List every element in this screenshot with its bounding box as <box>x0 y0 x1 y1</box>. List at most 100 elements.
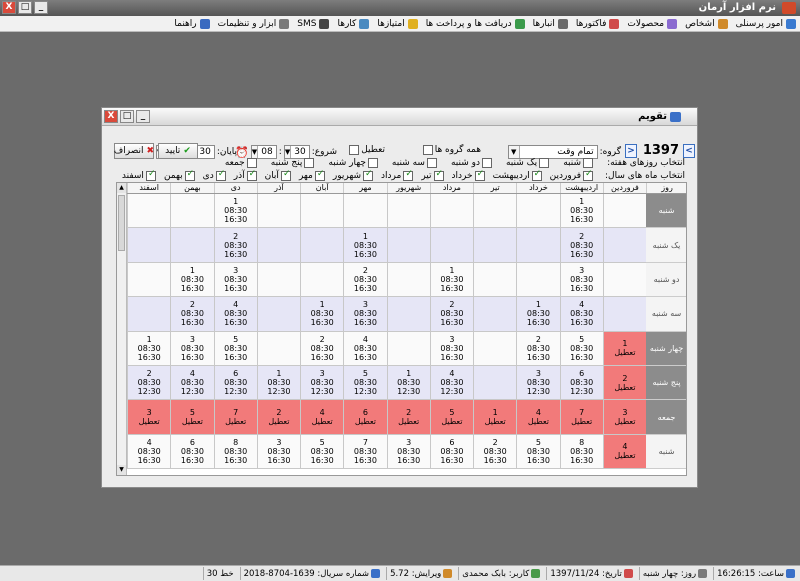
calendar-cell[interactable]: 1 08:30 16:30 <box>429 262 474 298</box>
menu-item-8[interactable]: SMS <box>297 18 330 29</box>
month-column-header[interactable]: تیر <box>473 183 516 193</box>
menu-item-7[interactable]: کارها <box>337 18 370 29</box>
calendar-cell[interactable]: 2 08:30 16:30 <box>170 297 214 332</box>
months-checkbox[interactable] <box>531 169 542 181</box>
calendar-cell[interactable]: 1 08:30 12:30 <box>256 365 301 401</box>
calendar-cell[interactable] <box>127 297 171 332</box>
months-checkbox[interactable] <box>280 169 291 181</box>
month-column-header[interactable]: خرداد <box>516 183 559 193</box>
weekdays-checkbox-2[interactable]: دو شنبه <box>451 158 492 168</box>
all-groups-checkbox[interactable] <box>422 145 433 155</box>
calendar-cell[interactable]: 3 08:30 16:30 <box>213 262 257 298</box>
calendar-cell[interactable]: 5 تعطیل <box>170 400 214 435</box>
calendar-cell[interactable]: 4 08:30 12:30 <box>170 365 214 401</box>
calendar-cell[interactable]: 6 تعطیل <box>343 400 387 435</box>
calendar-cell[interactable]: 4 08:30 16:30 <box>127 434 171 470</box>
scroll-thumb[interactable] <box>118 195 125 251</box>
holiday-checkbox[interactable] <box>349 145 360 155</box>
months-checkbox-6[interactable]: مهر <box>299 169 325 181</box>
start-hour-select[interactable]: 08 ▼ <box>250 145 277 159</box>
calendar-cell[interactable]: 3 08:30 16:30 <box>429 331 474 366</box>
group-select[interactable]: تمام وقت ▼ <box>507 145 598 159</box>
calendar-cell[interactable]: 3 08:30 16:30 <box>170 331 214 366</box>
calendar-cell[interactable] <box>386 262 430 298</box>
menu-item-10[interactable]: راهنما <box>174 18 210 29</box>
vertical-scrollbar[interactable]: ▲ ▼ <box>117 183 127 475</box>
calendar-cell[interactable]: 6 08:30 12:30 <box>213 365 257 401</box>
calendar-cell[interactable]: 2 08:30 16:30 <box>559 228 603 263</box>
menu-item-3[interactable]: فاکتورها <box>576 18 620 29</box>
months-checkbox[interactable] <box>145 169 156 181</box>
weekdays-checkbox[interactable] <box>583 158 593 168</box>
month-column-header[interactable]: شهریور <box>386 183 430 193</box>
calendar-cell[interactable] <box>127 262 171 298</box>
calendar-cell[interactable]: 2 08:30 12:30 <box>127 365 171 401</box>
start-min-select[interactable]: 30 ▼ <box>283 145 310 159</box>
all-groups-checkbox-wrap[interactable]: همه گروه ها <box>422 145 481 155</box>
calendar-cell[interactable]: 1 08:30 16:30 <box>127 331 171 366</box>
calendar-cell[interactable] <box>300 194 344 229</box>
next-year-button[interactable]: > <box>625 144 637 158</box>
calendar-cell[interactable]: 1 08:30 16:30 <box>343 228 387 263</box>
calendar-cell[interactable]: 3 08:30 12:30 <box>516 365 560 401</box>
month-column-header[interactable]: اردیبهشت <box>559 183 603 193</box>
calendar-cell[interactable]: 3 تعطیل <box>602 400 647 435</box>
scroll-down-icon[interactable]: ▼ <box>117 465 126 475</box>
calendar-cell[interactable]: 2 08:30 16:30 <box>516 331 560 366</box>
months-checkbox[interactable] <box>433 169 444 181</box>
weekdays-checkbox[interactable] <box>481 158 492 168</box>
calendar-cell[interactable] <box>429 194 474 229</box>
menu-item-1[interactable]: اشخاص <box>685 18 728 29</box>
calendar-cell[interactable] <box>386 331 430 366</box>
calendar-cell[interactable] <box>473 228 517 263</box>
calendar-cell[interactable] <box>516 262 560 298</box>
month-column-header[interactable]: بهمن <box>170 183 213 193</box>
weekdays-checkbox[interactable] <box>246 158 257 168</box>
month-column-header[interactable]: مهر <box>343 183 386 193</box>
calendar-cell[interactable]: 2 تعطیل <box>256 400 301 435</box>
calendar-cell[interactable] <box>516 194 560 229</box>
calendar-cell[interactable]: 1 تعطیل <box>602 331 647 366</box>
weekdays-checkbox[interactable] <box>304 158 315 168</box>
calendar-cell[interactable]: 2 تعطیل <box>602 365 647 401</box>
months-checkbox-7[interactable]: آبان <box>265 169 291 181</box>
months-checkbox[interactable] <box>474 169 485 181</box>
calendar-cell[interactable]: 8 08:30 16:30 <box>559 434 603 470</box>
month-column-header[interactable]: دی <box>213 183 257 193</box>
calendar-cell[interactable]: 1 08:30 16:30 <box>559 194 603 229</box>
months-checkbox-8[interactable]: آذر <box>234 169 257 181</box>
month-column-header[interactable]: آذر <box>256 183 300 193</box>
calendar-cell[interactable] <box>256 194 301 229</box>
calendar-cell[interactable] <box>170 194 214 229</box>
months-checkbox-9[interactable]: دی <box>203 169 226 181</box>
months-checkbox-0[interactable]: فروردین <box>550 169 593 181</box>
calendar-cell[interactable] <box>343 194 387 229</box>
months-checkbox-3[interactable]: تیر <box>421 169 444 181</box>
calendar-cell[interactable] <box>300 262 344 298</box>
months-checkbox[interactable] <box>314 169 325 181</box>
weekdays-checkbox[interactable] <box>426 158 437 168</box>
window-close-button[interactable]: X <box>2 1 16 14</box>
month-column-header[interactable]: فروردین <box>602 183 646 193</box>
calendar-cell[interactable]: 1 08:30 16:30 <box>516 297 560 332</box>
calendar-cell[interactable]: 4 تعطیل <box>516 400 560 435</box>
calendar-cell[interactable] <box>473 194 517 229</box>
calendar-cell[interactable]: 5 08:30 16:30 <box>516 434 560 470</box>
calendar-cell[interactable]: 5 08:30 16:30 <box>300 434 344 470</box>
calendar-cell[interactable]: 3 08:30 16:30 <box>386 434 430 470</box>
calendar-cell[interactable] <box>602 194 647 229</box>
calendar-cell[interactable]: 7 تعطیل <box>559 400 603 435</box>
calendar-cell[interactable]: 2 08:30 16:30 <box>300 331 344 366</box>
dialog-minimize-button[interactable]: _ <box>136 110 150 123</box>
months-checkbox[interactable] <box>246 169 257 181</box>
calendar-cell[interactable]: 4 08:30 16:30 <box>213 297 257 332</box>
calendar-cell[interactable] <box>170 228 214 263</box>
confirm-button[interactable]: ✔ تایید <box>158 143 198 159</box>
calendar-cell[interactable] <box>602 228 647 263</box>
holiday-checkbox-wrap[interactable]: تعطیل <box>349 145 385 155</box>
menu-item-0[interactable]: امور پرسنلی <box>736 18 796 29</box>
calendar-cell[interactable]: 5 08:30 16:30 <box>213 331 257 366</box>
calendar-cell[interactable]: 3 تعطیل <box>127 400 171 435</box>
months-checkbox-4[interactable]: مرداد <box>381 169 414 181</box>
calendar-cell[interactable] <box>127 228 171 263</box>
